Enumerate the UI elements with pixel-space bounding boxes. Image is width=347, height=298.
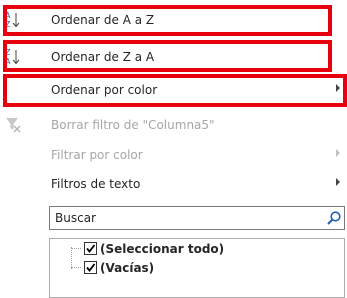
select-all-checkbox[interactable] — [84, 242, 97, 255]
menu-item-text-filters[interactable]: Filtros de texto — [0, 172, 347, 196]
clear-filter-icon — [4, 115, 22, 135]
clear-filter-label: Borrar filtro de "Columna5" — [51, 118, 215, 132]
text-filters-label: Filtros de texto — [51, 177, 141, 191]
tree-line — [71, 248, 81, 249]
tree-line — [71, 247, 72, 269]
tree-line — [71, 267, 81, 268]
submenu-arrow-icon — [336, 178, 340, 186]
highlight-box-sort-color — [3, 74, 347, 107]
menu-item-filter-by-color: Filtrar por color — [0, 143, 347, 167]
filter-values-list[interactable]: (Seleccionar todo) (Vacías) — [49, 238, 345, 298]
filter-by-color-label: Filtrar por color — [51, 148, 143, 162]
empty-values-checkbox[interactable] — [84, 261, 97, 274]
search-input[interactable]: Buscar — [49, 206, 345, 230]
menu-item-clear-filter: Borrar filtro de "Columna5" — [0, 113, 347, 137]
empty-values-label[interactable]: (Vacías) — [100, 261, 154, 275]
highlight-box-sort-za — [3, 40, 332, 72]
search-icon[interactable] — [326, 210, 342, 226]
select-all-label[interactable]: (Seleccionar todo) — [100, 242, 224, 256]
autofilter-menu: A Z Ordenar de A a Z Z A Ordenar de Z a … — [0, 0, 347, 298]
highlight-box-sort-az — [3, 5, 332, 36]
submenu-arrow-icon — [336, 149, 340, 157]
search-placeholder: Buscar — [55, 211, 96, 225]
